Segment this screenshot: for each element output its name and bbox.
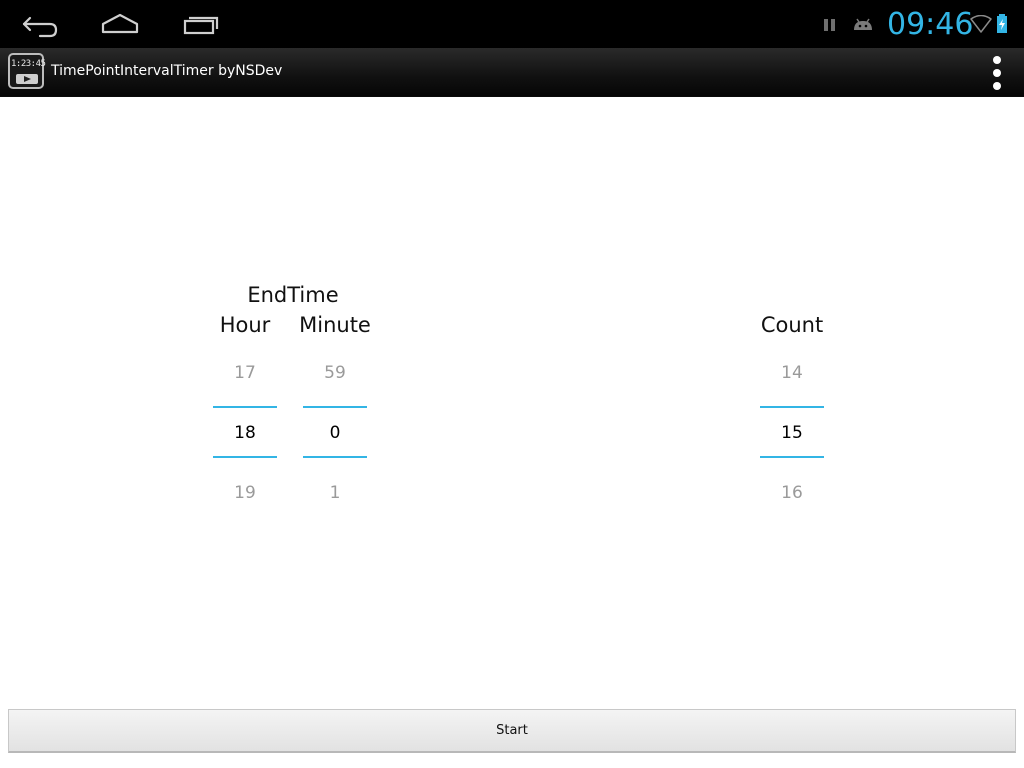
play-icon — [16, 74, 38, 84]
hour-label: Hour — [219, 313, 271, 337]
minute-next-value[interactable]: 1 — [303, 483, 367, 503]
system-bar: 09:46 — [0, 0, 1024, 48]
app-icon[interactable]: 1:23:45 — [8, 53, 46, 89]
minute-picker[interactable]: 59 0 1 — [303, 360, 367, 510]
wifi-icon — [970, 14, 992, 37]
hour-prev-value[interactable]: 17 — [213, 363, 277, 383]
count-picker[interactable]: 14 15 16 — [760, 360, 824, 510]
home-icon[interactable] — [90, 8, 150, 40]
count-selected-value[interactable]: 15 — [760, 423, 824, 443]
start-button[interactable]: Start — [8, 709, 1016, 753]
android-debug-icon — [852, 16, 874, 38]
minute-prev-value[interactable]: 59 — [303, 363, 367, 383]
count-selection-top-divider — [760, 406, 824, 408]
pause-icon — [822, 17, 838, 37]
hour-picker[interactable]: 17 18 19 — [213, 360, 277, 510]
app-title: TimePointIntervalTimer byNSDev — [51, 63, 283, 79]
battery-charging-icon — [996, 14, 1008, 38]
endtime-title: EndTime — [247, 283, 339, 307]
status-clock: 09:46 — [887, 7, 974, 42]
count-prev-value[interactable]: 14 — [760, 363, 824, 383]
hour-next-value[interactable]: 19 — [213, 483, 277, 503]
count-next-value[interactable]: 16 — [760, 483, 824, 503]
count-label: Count — [760, 313, 824, 337]
hour-selection-top-divider — [213, 406, 277, 408]
minute-selection-top-divider — [303, 406, 367, 408]
overflow-menu-icon[interactable] — [986, 54, 1008, 92]
hour-selection-bottom-divider — [213, 456, 277, 458]
action-bar: 1:23:45 TimePointIntervalTimer byNSDev — [0, 48, 1024, 97]
hour-selected-value[interactable]: 18 — [213, 423, 277, 443]
minute-selection-bottom-divider — [303, 456, 367, 458]
minute-selected-value[interactable]: 0 — [303, 423, 367, 443]
back-icon[interactable] — [12, 8, 72, 40]
count-selection-bottom-divider — [760, 456, 824, 458]
minute-label: Minute — [299, 313, 371, 337]
recent-apps-icon[interactable] — [170, 8, 230, 40]
app-icon-digits: 1:23:45 — [11, 59, 46, 69]
